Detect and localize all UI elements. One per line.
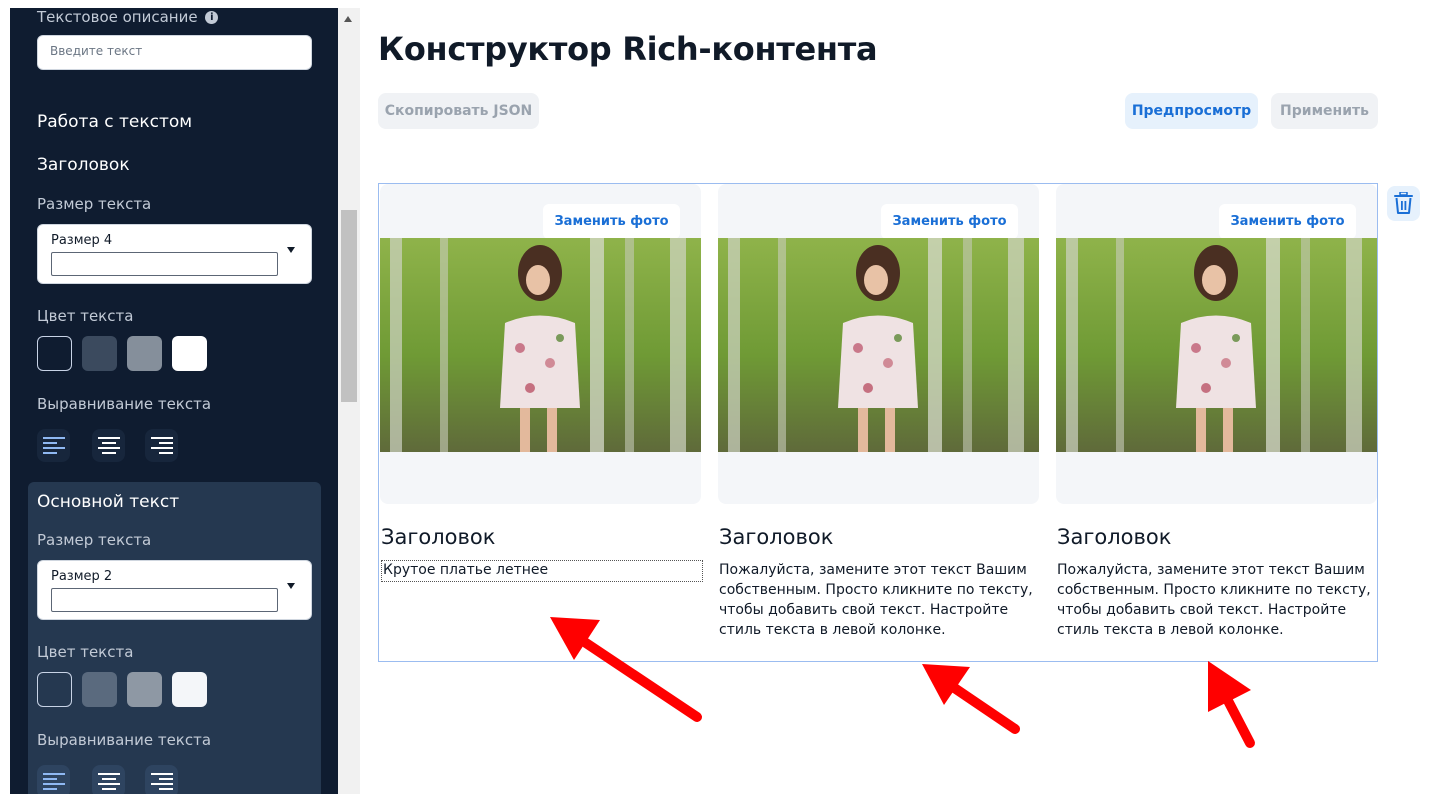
text-description-input[interactable]: Введите текст [37,35,312,70]
color-swatch-white[interactable] [172,672,207,707]
align-center-icon [98,773,120,790]
preview-button[interactable]: Предпросмотр [1125,93,1258,129]
rich-content-builder: Текстовое описание i Введите текст Работ… [0,0,1447,794]
work-with-text-heading: Работа с текстом [37,112,193,132]
body-size-select[interactable]: Размер 2 [37,560,312,620]
settings-sidebar: Текстовое описание i Введите текст Работ… [10,8,338,794]
column-heading[interactable]: Заголовок [381,525,495,549]
column-body-text[interactable]: Крутое платье летнее [381,560,703,582]
replace-photo-button[interactable]: Заменить фото [881,204,1018,239]
scroll-up-arrow-icon[interactable] [344,16,352,22]
align-left-icon [43,773,65,790]
replace-photo-button[interactable]: Заменить фото [543,204,680,239]
column-body-text[interactable]: Пожалуйста, замените этот текст Вашим со… [719,560,1041,640]
product-photo[interactable] [380,238,701,452]
sidebar-scrollbar[interactable] [338,8,360,794]
heading-size-label: Размер текста [37,195,152,213]
chevron-down-icon [287,247,295,253]
photo-card: Заменить фото [718,184,1039,504]
body-text-panel: Основной текст Размер текста Размер 2 Цв… [28,482,321,794]
red-arrow-icon [1208,661,1255,748]
column-heading[interactable]: Заголовок [719,525,833,549]
align-left-button[interactable] [37,429,70,462]
photo-card: Заменить фото [1056,184,1377,504]
column-heading[interactable]: Заголовок [1057,525,1171,549]
body-size-label: Размер текста [37,531,152,549]
align-right-icon [151,773,173,790]
heading-color-label: Цвет текста [37,307,134,325]
heading-size-select[interactable]: Размер 4 [37,224,312,284]
align-center-icon [98,437,120,454]
heading-align-label: Выравнивание текста [37,395,212,413]
color-swatch-dark[interactable] [37,672,72,707]
scrollbar-thumb[interactable] [341,210,357,402]
color-swatch-white[interactable] [172,336,207,371]
text-description-label: Текстовое описание i [37,8,219,26]
replace-photo-button[interactable]: Заменить фото [1219,204,1356,239]
apply-button[interactable]: Применить [1271,93,1378,129]
product-photo[interactable] [1056,238,1377,452]
heading-section-title: Заголовок [37,155,130,175]
color-swatch-dark[interactable] [37,336,72,371]
photo-card: Заменить фото [380,184,701,504]
copy-json-button[interactable]: Скопировать JSON [378,93,539,129]
column-body-text[interactable]: Пожалуйста, замените этот текст Вашим со… [1057,560,1379,640]
color-swatch-gray[interactable] [127,672,162,707]
body-size-field[interactable] [51,588,278,612]
align-right-button[interactable] [145,429,178,462]
body-align-label: Выравнивание текста [37,731,212,749]
trash-icon [1394,192,1413,214]
info-icon[interactable]: i [205,11,219,24]
chevron-down-icon [287,583,295,589]
page-title: Конструктор Rich-контента [378,30,878,68]
align-right-button[interactable] [145,765,178,794]
color-swatch-slate[interactable] [82,672,117,707]
align-left-button[interactable] [37,765,70,794]
color-swatch-slate[interactable] [82,336,117,371]
body-section-title: Основной текст [37,492,180,512]
body-color-label: Цвет текста [37,643,134,661]
align-right-icon [151,437,173,454]
heading-size-field[interactable] [51,252,278,276]
align-left-icon [43,437,65,454]
align-center-button[interactable] [92,765,125,794]
color-swatch-gray[interactable] [127,336,162,371]
content-block[interactable]: Заменить фото Заголовок Крутое платье ле… [378,183,1378,662]
delete-block-button[interactable] [1387,186,1420,221]
align-center-button[interactable] [92,429,125,462]
red-arrow-icon [922,664,1020,734]
product-photo[interactable] [718,238,1039,452]
